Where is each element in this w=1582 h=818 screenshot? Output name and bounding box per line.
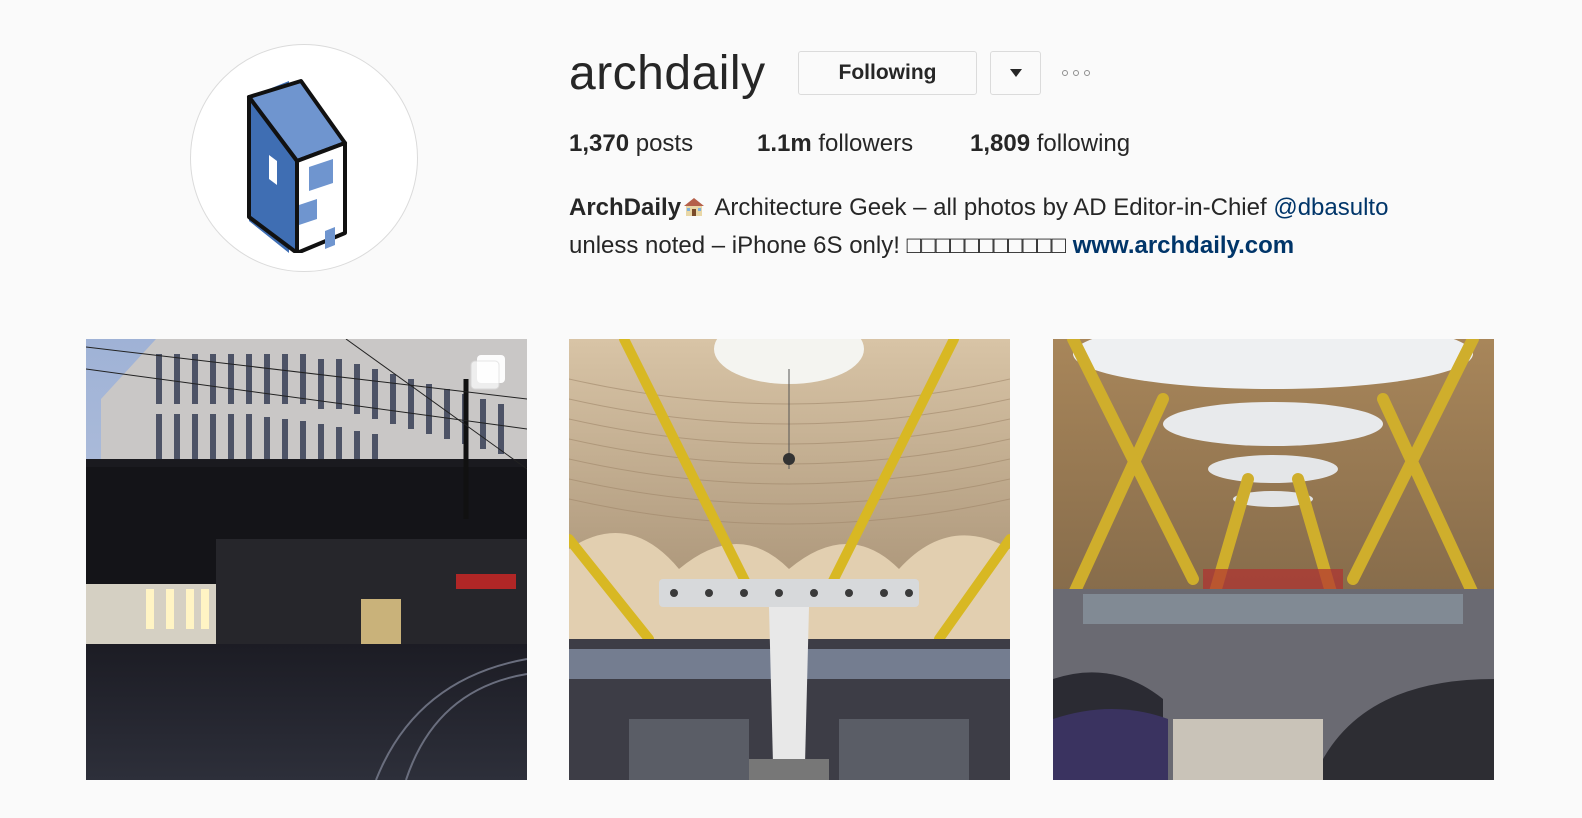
posts-label: posts bbox=[635, 130, 694, 157]
following-label: following bbox=[1036, 130, 1131, 157]
posts-count: 1,370 bbox=[569, 130, 630, 157]
bio-text-2: unless noted – iPhone 6S only! □□□□□□□□□… bbox=[569, 232, 1073, 259]
post-image-airport-ceiling bbox=[569, 339, 1010, 780]
post-image-airport-hall bbox=[1053, 339, 1494, 780]
post-thumbnail[interactable] bbox=[569, 339, 1010, 780]
profile-avatar[interactable] bbox=[190, 44, 418, 272]
bio-mention-link[interactable]: @dbasulto bbox=[1273, 194, 1388, 221]
more-options-icon[interactable] bbox=[1062, 66, 1102, 80]
archdaily-logo-icon bbox=[247, 79, 347, 253]
followers-label: followers bbox=[818, 130, 914, 157]
bio-text-1: Architecture Geek – all photos by AD Edi… bbox=[709, 194, 1274, 221]
posts-stat: 1,370 posts bbox=[569, 130, 693, 158]
house-emoji-icon bbox=[683, 192, 705, 228]
post-thumbnail[interactable] bbox=[86, 339, 527, 780]
post-image-building-dusk bbox=[86, 339, 527, 780]
following-button[interactable]: Following bbox=[798, 51, 977, 95]
caret-down-icon bbox=[1009, 69, 1022, 77]
followers-stat[interactable]: 1.1m followers bbox=[757, 130, 913, 158]
multiple-photos-icon bbox=[470, 355, 505, 390]
following-stat[interactable]: 1,809 following bbox=[970, 130, 1130, 158]
following-count: 1,809 bbox=[970, 130, 1031, 157]
profile-username: archdaily bbox=[569, 47, 766, 100]
bio-full-name: ArchDaily bbox=[569, 194, 682, 221]
bio-website-link[interactable]: www.archdaily.com bbox=[1073, 232, 1294, 259]
followers-count: 1.1m bbox=[757, 130, 812, 157]
profile-bio: ArchDaily Architecture Geek – all photos… bbox=[569, 190, 1489, 264]
post-thumbnail[interactable] bbox=[1053, 339, 1494, 780]
suggestions-dropdown-button[interactable] bbox=[990, 51, 1041, 95]
